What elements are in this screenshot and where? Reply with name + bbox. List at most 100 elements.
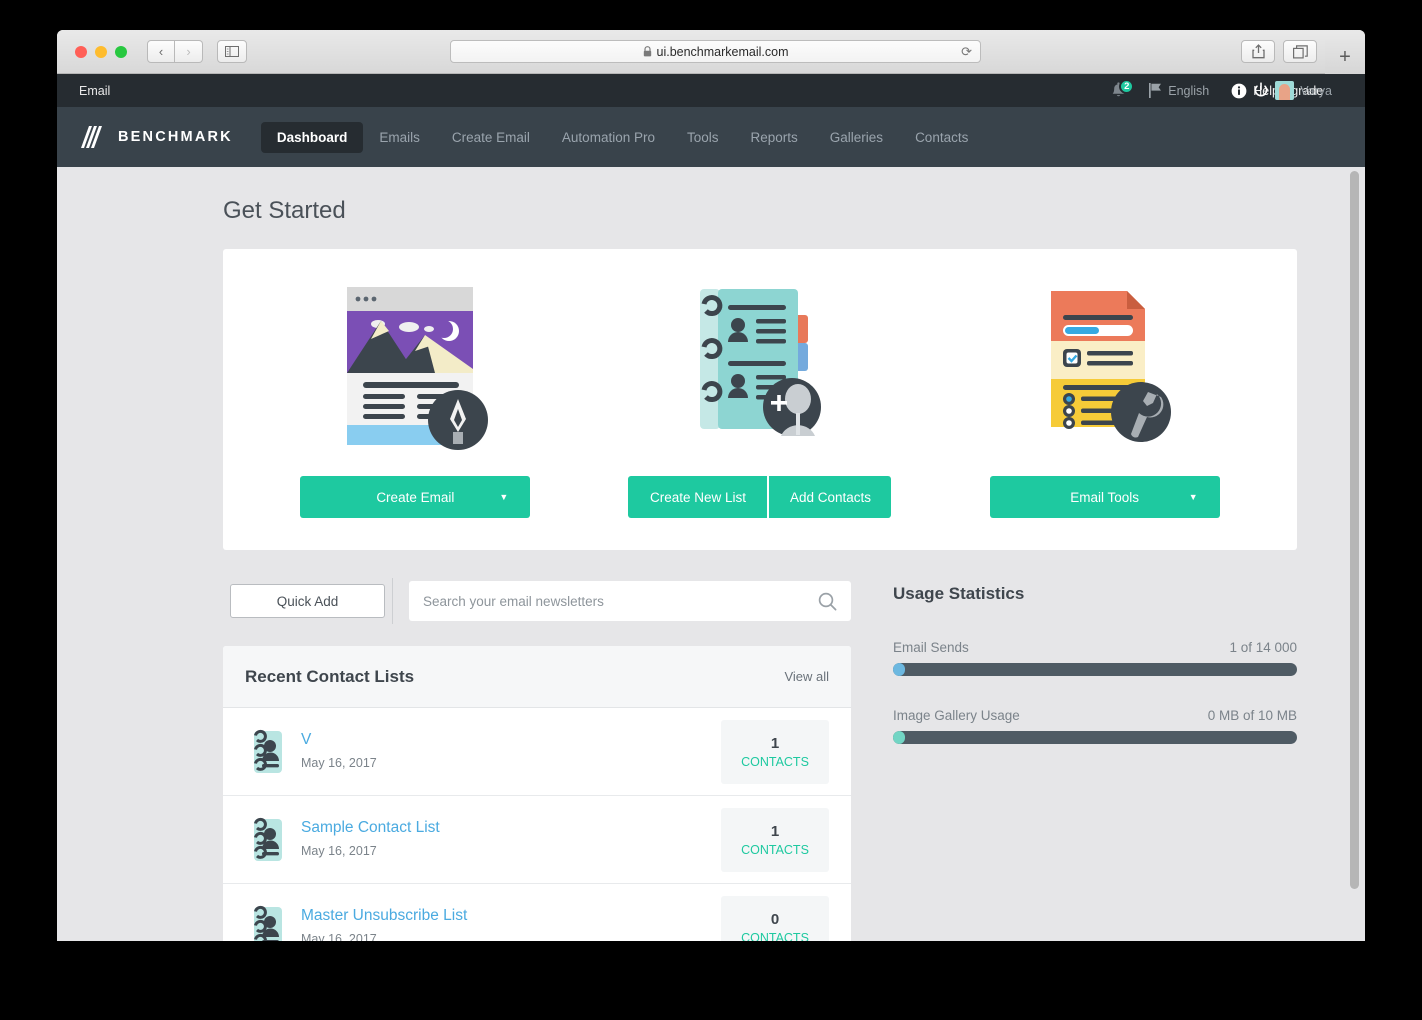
vertical-scrollbar[interactable] <box>1350 171 1359 926</box>
minimize-window-button[interactable] <box>95 45 107 58</box>
notifications-button[interactable]: 2 <box>1099 78 1138 100</box>
usage-label: Email Sends <box>893 640 969 655</box>
usage-value: 1 of 14 000 <box>1229 640 1297 655</box>
create-email-button[interactable]: Create Email ▼ <box>300 476 531 518</box>
new-tab-button[interactable]: + <box>1325 40 1365 74</box>
email-newsletter-illustration <box>325 279 505 454</box>
create-new-list-button[interactable]: Create New List <box>628 476 768 518</box>
section-label: Email <box>79 83 111 98</box>
close-window-button[interactable] <box>75 45 87 58</box>
nav-item-dashboard[interactable]: Dashboard <box>260 121 364 153</box>
contact-list-icon <box>245 905 285 941</box>
bell-icon: 2 <box>1110 78 1135 100</box>
usage-labels: Image Gallery Usage 0 MB of 10 MB <box>893 708 1297 723</box>
recent-contact-lists-card: Recent Contact Lists View all V May 16, … <box>223 646 851 941</box>
browser-toolbar-right <box>1241 40 1317 63</box>
user-name: Varya <box>1300 83 1332 98</box>
get-started-card: Create Email ▼ Create New List Add Conta… <box>223 249 1297 550</box>
pen-nib-icon <box>428 390 489 450</box>
back-button[interactable]: ‹ <box>147 40 175 63</box>
benchmark-logo[interactable]: BENCHMARK <box>79 124 233 150</box>
quick-add-section: Quick Add <box>223 578 393 624</box>
page-title: Get Started <box>223 197 346 224</box>
address-book-illustration <box>670 279 850 454</box>
browser-titlebar: ‹ › ui.benchmarkemail.com ⟳ + <box>57 30 1365 74</box>
contact-list-icon <box>245 817 285 863</box>
contact-count-box[interactable]: 1 CONTACTS <box>721 719 829 784</box>
logo-mark-icon <box>79 124 109 150</box>
add-contacts-button[interactable]: Add Contacts <box>769 476 892 518</box>
get-started-tile-create-email: Create Email ▼ <box>245 279 586 518</box>
contact-list-date: May 16, 2017 <box>301 756 377 770</box>
contact-count-box[interactable]: 1 CONTACTS <box>721 807 829 872</box>
page-content: Get Started Create Email ▼ Create New Li… <box>57 167 1365 941</box>
usage-progress-bar <box>893 663 1297 676</box>
usage-progress-bar <box>893 731 1297 744</box>
address-bar[interactable]: ui.benchmarkemail.com ⟳ <box>450 40 981 63</box>
recent-contact-lists-title: Recent Contact Lists <box>245 666 415 686</box>
user-menu[interactable]: Varya <box>1264 81 1343 100</box>
tabs-icon[interactable] <box>1283 40 1317 63</box>
view-all-link[interactable]: View all <box>784 669 829 684</box>
share-icon[interactable] <box>1241 40 1275 63</box>
list-info: Sample Contact List May 16, 2017 <box>301 819 721 860</box>
contact-count-box[interactable]: 0 CONTACTS <box>721 895 829 941</box>
quick-add-button[interactable]: Quick Add <box>230 584 385 618</box>
help-button[interactable]: Help <box>1220 83 1279 98</box>
chevron-down-icon: ▼ <box>1188 492 1198 502</box>
tile-buttons: Email Tools ▼ <box>989 476 1220 518</box>
tile-buttons: Create New List Add Contacts <box>628 476 892 518</box>
nav-item-contacts[interactable]: Contacts <box>899 122 984 153</box>
nav-item-create-email[interactable]: Create Email <box>436 122 546 153</box>
search-icon[interactable] <box>818 592 837 611</box>
list-info: Master Unsubscribe List May 16, 2017 <box>301 907 721 941</box>
add-contact-icon <box>762 378 821 436</box>
nav-item-reports[interactable]: Reports <box>735 122 814 153</box>
search-input[interactable] <box>423 593 818 609</box>
browser-nav-buttons: ‹ › <box>147 40 203 63</box>
form-document-illustration <box>1015 279 1195 454</box>
nav-item-automation-pro[interactable]: Automation Pro <box>546 122 671 153</box>
email-tools-label: Email Tools <box>1070 489 1140 505</box>
browser-window: ‹ › ui.benchmarkemail.com ⟳ + Email 2 En… <box>57 30 1365 941</box>
usage-label: Image Gallery Usage <box>893 708 1020 723</box>
language-selector[interactable]: English <box>1138 83 1220 98</box>
sidebar-icon[interactable] <box>217 40 247 63</box>
upgrade-button[interactable]: Upgrade <box>1242 82 1323 98</box>
get-started-tile-email-tools: Email Tools ▼ <box>934 279 1275 518</box>
contact-count-label: CONTACTS <box>741 842 809 857</box>
usage-progress-fill <box>893 663 906 676</box>
usage-statistics-title: Usage Statistics <box>893 584 1025 603</box>
scrollbar-thumb[interactable] <box>1350 171 1359 889</box>
forward-button[interactable]: › <box>175 40 203 63</box>
maximize-window-button[interactable] <box>115 45 127 58</box>
reload-icon[interactable]: ⟳ <box>961 44 972 60</box>
usage-labels: Email Sends 1 of 14 000 <box>893 640 1297 655</box>
table-row[interactable]: Master Unsubscribe List May 16, 2017 0 C… <box>223 884 851 941</box>
logo-text: BENCHMARK <box>118 129 233 145</box>
usage-value: 0 MB of 10 MB <box>1207 708 1297 723</box>
email-tools-button[interactable]: Email Tools ▼ <box>989 476 1220 518</box>
nav-item-galleries[interactable]: Galleries <box>814 122 899 153</box>
contact-list-icon <box>245 729 285 775</box>
nav-item-tools[interactable]: Tools <box>671 122 735 153</box>
list-info: V May 16, 2017 <box>301 731 721 772</box>
language-label: English <box>1168 83 1210 98</box>
list-toolbar: Quick Add <box>223 578 851 624</box>
nav-item-emails[interactable]: Emails <box>363 122 436 153</box>
contact-list-name-link[interactable]: V <box>301 731 721 749</box>
contact-lists-column: Quick Add Search your email newsletters … <box>223 578 851 941</box>
contact-list-date: May 16, 2017 <box>301 932 377 941</box>
get-started-tile-contacts: Create New List Add Contacts <box>589 279 930 518</box>
usage-item-image-gallery: Image Gallery Usage 0 MB of 10 MB <box>893 708 1297 744</box>
flag-icon <box>1149 83 1162 98</box>
table-row[interactable]: V May 16, 2017 1 CONTACTS <box>223 708 851 796</box>
contact-list-name-link[interactable]: Master Unsubscribe List <box>301 907 721 925</box>
search-box[interactable] <box>409 581 851 621</box>
dashboard-lower: Quick Add Search your email newsletters … <box>223 578 1297 941</box>
tile-buttons: Create Email ▼ <box>300 476 531 518</box>
table-row[interactable]: Sample Contact List May 16, 2017 1 CONTA… <box>223 796 851 884</box>
contact-list-name-link[interactable]: Sample Contact List <box>301 819 721 837</box>
contact-list-date: May 16, 2017 <box>301 844 377 858</box>
contact-count-label: CONTACTS <box>741 754 809 769</box>
